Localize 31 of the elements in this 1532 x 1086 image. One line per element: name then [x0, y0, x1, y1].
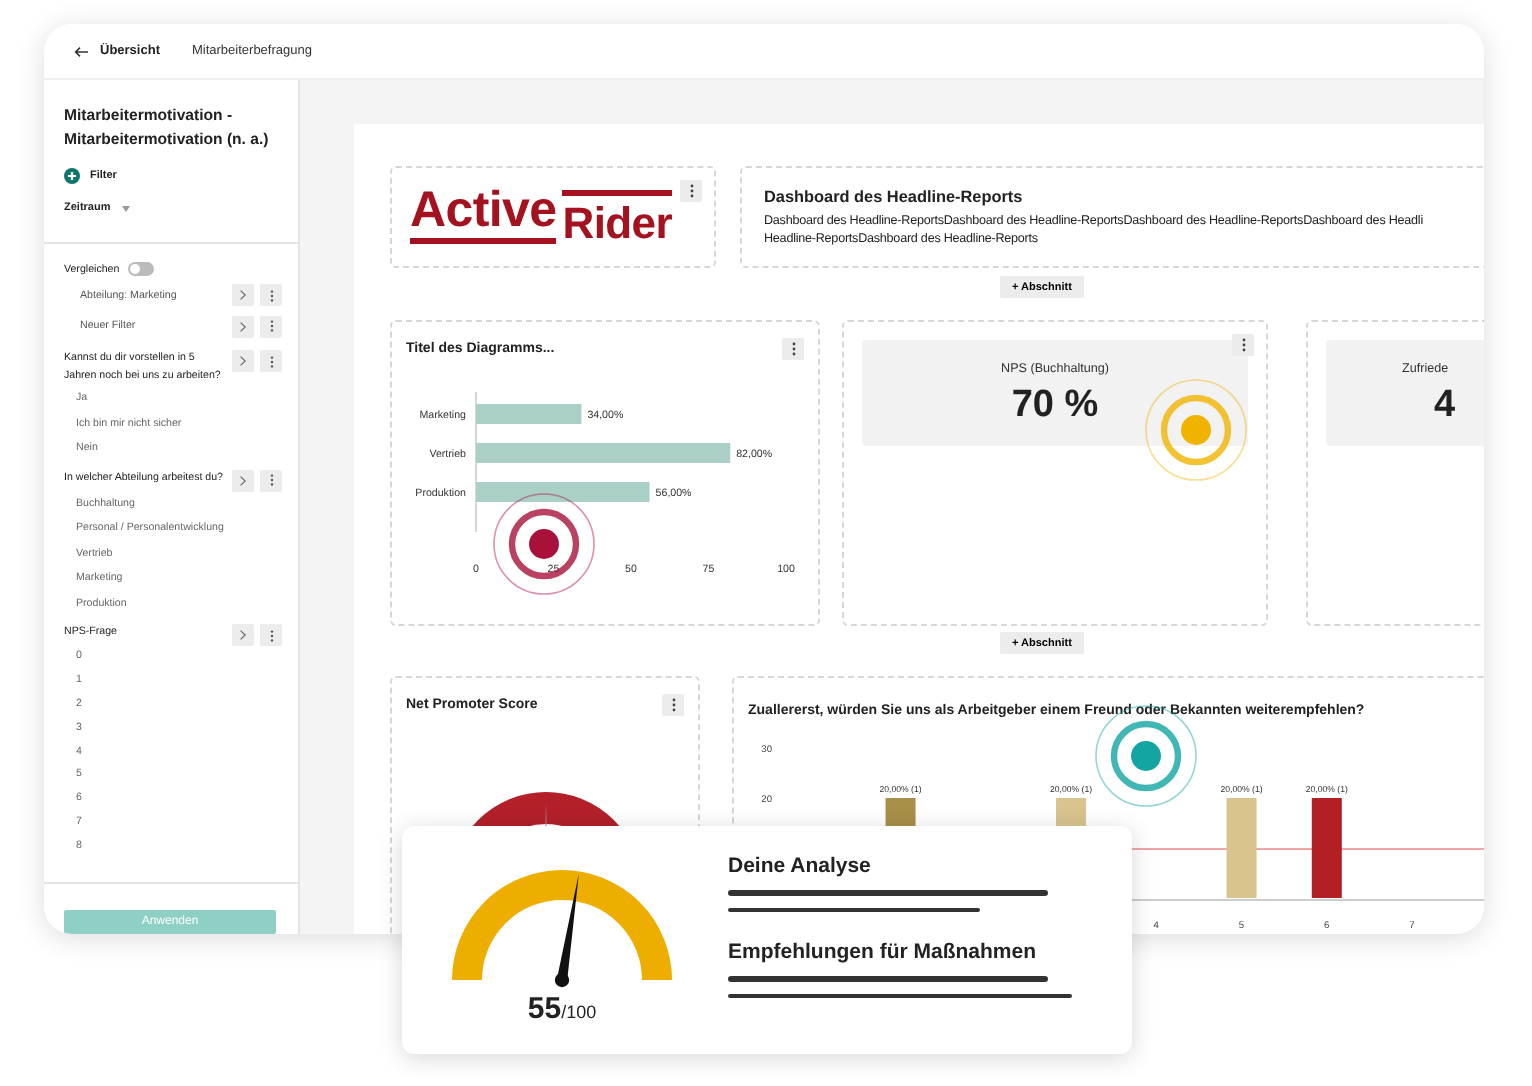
- bar: [476, 404, 582, 424]
- chevron-button[interactable]: [232, 350, 254, 372]
- score-text: 55/100: [525, 992, 599, 1028]
- more-button[interactable]: [662, 694, 684, 716]
- more-button[interactable]: [680, 180, 702, 202]
- chevron-icon: [240, 475, 246, 485]
- kpi-value: 70 %: [1011, 384, 1099, 428]
- analysis-heading: Deine Analyse: [728, 854, 873, 878]
- logo-word: Active: [410, 186, 557, 234]
- chevron-button[interactable]: [232, 315, 254, 338]
- chevron-icon: [240, 356, 246, 366]
- chevron-button[interactable]: [232, 624, 254, 646]
- kpi-value: 4: [1434, 384, 1456, 428]
- back-arrow-icon[interactable]: [74, 45, 88, 57]
- chevron-button[interactable]: [232, 284, 254, 307]
- logo-bar: [562, 190, 672, 196]
- headline-title: Dashboard des Headline-Reports: [764, 188, 1025, 206]
- chevron-button[interactable]: [232, 469, 254, 491]
- analysis-heading: Empfehlungen für Maßnahmen: [728, 940, 1039, 964]
- chevron-icon: [240, 290, 246, 301]
- more-button[interactable]: [1232, 334, 1254, 356]
- logo-word: Rider: [562, 200, 672, 248]
- compare-toggle[interactable]: [127, 262, 154, 276]
- bar: [1226, 798, 1257, 898]
- more-button[interactable]: [782, 338, 804, 360]
- caret-icon[interactable]: [122, 205, 131, 211]
- add-filter-icon[interactable]: [64, 168, 80, 184]
- bar: [1311, 798, 1342, 898]
- target-icon[interactable]: [492, 492, 596, 596]
- chevron-icon: [240, 321, 246, 332]
- chevron-icon: [240, 630, 246, 640]
